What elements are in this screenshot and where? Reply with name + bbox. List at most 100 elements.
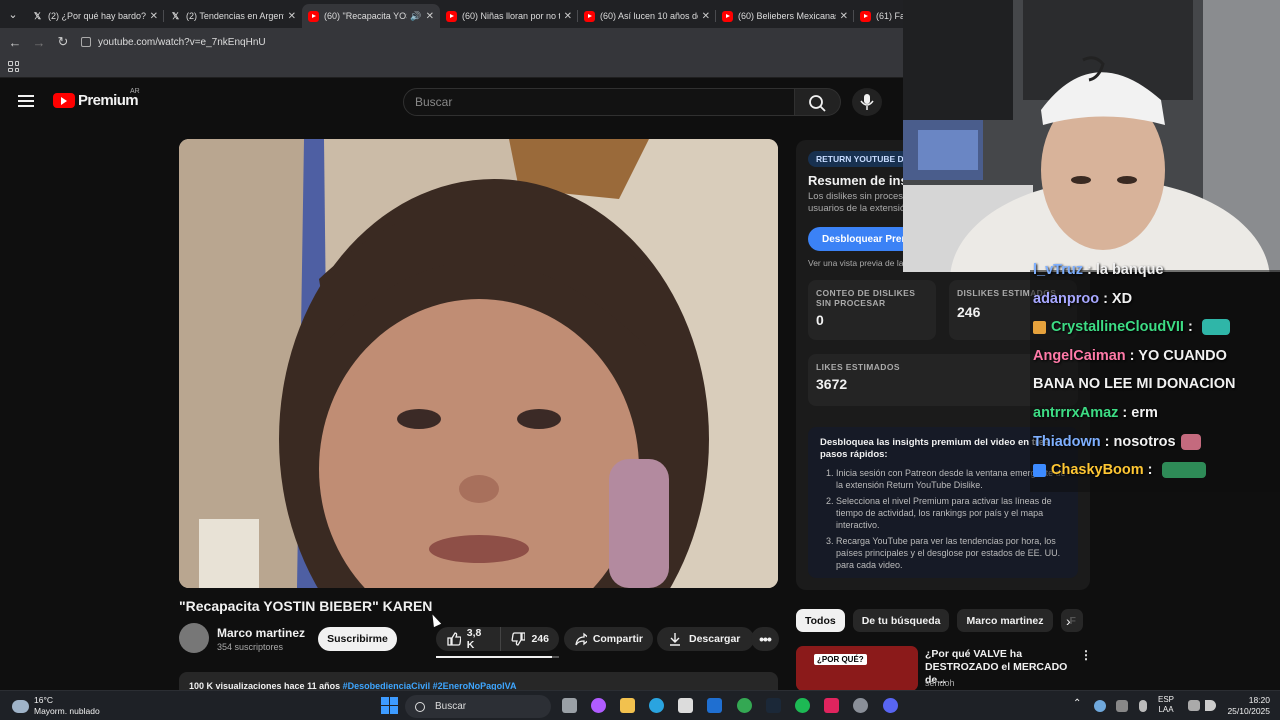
close-icon[interactable]: ✕ [840,11,848,22]
chevron-right-icon[interactable]: › [1066,613,1071,629]
system-clock[interactable]: 18:20 25/10/2025 [1222,695,1270,717]
chip-channel[interactable]: Marco martinez [957,609,1053,632]
tab-4[interactable]: (60) Así lucen 10 años des ✕ [578,4,716,28]
chip-truncated[interactable]: F [1060,609,1083,632]
video-player[interactable] [179,139,778,588]
chat-text: nosotros [1113,433,1176,450]
menu-icon[interactable] [18,95,34,107]
tab-5[interactable]: (60) Beliebers Mexicanas ✕ [716,4,854,28]
windows-taskbar: 16°C Mayorm. nublado Buscar ⌃ ESP LAA 18… [0,690,1280,720]
ryd-badge: RETURN YOUTUBE DI [808,151,915,167]
close-icon[interactable]: ✕ [150,11,158,22]
spotify-icon[interactable] [795,698,810,713]
youtube-icon [308,10,319,22]
close-icon[interactable]: ✕ [288,11,296,22]
ryd-heading: Resumen de ins [808,173,908,188]
store-icon[interactable] [678,698,693,713]
chat-text: la banque [1095,262,1164,278]
weather-widget[interactable]: 16°C Mayorm. nublado [12,695,100,717]
outlook-icon[interactable] [707,698,722,713]
more-icon: ••• [759,631,772,647]
channel-name[interactable]: Marco martinez [217,626,305,640]
chat-text: YO CUANDO [1138,347,1227,364]
subscriber-count: 354 suscriptores [217,642,284,652]
discord-icon[interactable] [883,698,898,713]
microphone-icon[interactable] [1139,700,1147,712]
like-button[interactable]: 3,8 K [436,627,500,651]
cloud-icon [12,699,29,713]
chevron-up-icon[interactable]: ⌃ [1073,699,1081,709]
share-button[interactable]: Compartir [564,627,653,651]
logo-text: Premium [78,92,139,109]
chat-message: Thiadown: nosotros [1033,428,1277,457]
chat-text: BANA NO LEE MI DONACION [1033,376,1236,393]
settings-icon[interactable] [853,698,868,713]
tab-2-active[interactable]: (60) "Recapacita YOST 🔊 ✕ [302,4,440,28]
apps-grid-icon[interactable] [8,61,19,72]
recommended-thumbnail[interactable]: ¿POR QUÉ? [796,646,918,691]
youtube-premium-logo[interactable]: Premium AR [53,88,140,109]
thumbnail-label: ¿POR QUÉ? [814,654,867,665]
file-explorer-icon[interactable] [620,698,635,713]
screen: ⌄ 𝕏 (2) ¿Por qué hay bardo? e ✕ 𝕏 (2) Te… [0,0,1280,720]
youtube-icon [860,10,871,22]
steam-icon[interactable] [766,698,781,713]
task-view-icon[interactable] [562,698,577,713]
forward-arrow-icon[interactable]: → [27,30,51,54]
close-icon[interactable]: ✕ [426,11,434,22]
download-button[interactable]: Descargar [657,627,754,651]
share-label: Compartir [592,633,643,645]
chat-username: adanproo [1033,290,1100,307]
chip-all[interactable]: Todos [796,609,845,632]
youtube-play-icon [53,93,75,108]
back-arrow-icon[interactable]: ← [3,30,27,54]
app-icon[interactable] [824,698,839,713]
close-icon[interactable]: ✕ [564,11,572,22]
chat-username: ChaskyBoom [1051,462,1144,479]
chrome-icon[interactable] [737,698,752,713]
tab-3[interactable]: (60) Niñas lloran por no t ✕ [440,4,578,28]
wifi-off-icon[interactable] [1116,700,1128,712]
subscribe-button[interactable]: Suscribirme [318,627,397,651]
search-input[interactable]: Buscar [403,88,795,116]
more-actions-button[interactable]: ••• [751,627,779,651]
chat-message: adanproo: XD [1033,290,1133,307]
tab-search-button[interactable]: ⌄ [0,0,26,28]
close-icon[interactable]: ✕ [702,11,710,22]
preview-link[interactable]: Ver una vista previa de la [808,258,903,268]
language-line: LAA [1158,705,1174,714]
edge-icon[interactable] [649,698,664,713]
recommended-video[interactable]: ¿POR QUÉ? ¿Por qué VALVE ha DESTROZADO e… [796,646,1096,691]
taskbar-search[interactable]: Buscar [405,695,551,718]
language-line: ESP [1158,695,1175,704]
windows-start-icon[interactable] [381,697,398,714]
more-vertical-icon[interactable]: ⋮ [1080,648,1092,662]
reload-icon[interactable]: ↻ [51,30,75,54]
copilot-icon[interactable] [591,698,606,713]
chat-username: CrystallineCloudVII [1051,319,1184,336]
like-ratio-bar [436,656,559,658]
url-field[interactable]: youtube.com/watch?v=e_7nkEnqHnU [81,31,266,53]
speaker-icon[interactable]: 🔊 [410,11,421,22]
language-indicator[interactable]: ESP LAA [1158,695,1174,715]
recommended-channel[interactable]: sendoh [925,678,955,688]
volume-icon[interactable] [1205,700,1216,711]
insight-step: Selecciona el nivel Premium para activar… [836,495,1066,531]
share-icon [575,632,587,646]
webcam-overlay [903,0,1280,272]
tab-1[interactable]: 𝕏 (2) Tendencias en Argentin ✕ [164,4,302,28]
search-placeholder: Buscar [415,95,453,109]
dislike-button[interactable]: 246 [500,627,559,651]
search-icon [415,701,425,712]
sync-icon[interactable] [1094,700,1106,712]
tab-0[interactable]: 𝕏 (2) ¿Por qué hay bardo? e ✕ [26,4,164,28]
site-info-icon[interactable] [81,37,91,47]
voice-search-button[interactable] [852,88,882,116]
chip-from-search[interactable]: De tu búsqueda [852,609,950,632]
description-box[interactable]: 100 K visualizaciones hace 11 años #Deso… [179,672,778,692]
subscriber-badge-icon [1033,463,1046,477]
display-icon[interactable] [1188,700,1200,711]
channel-avatar[interactable] [179,623,209,653]
search-button[interactable] [795,88,841,116]
stat-value: 0 [816,312,824,328]
